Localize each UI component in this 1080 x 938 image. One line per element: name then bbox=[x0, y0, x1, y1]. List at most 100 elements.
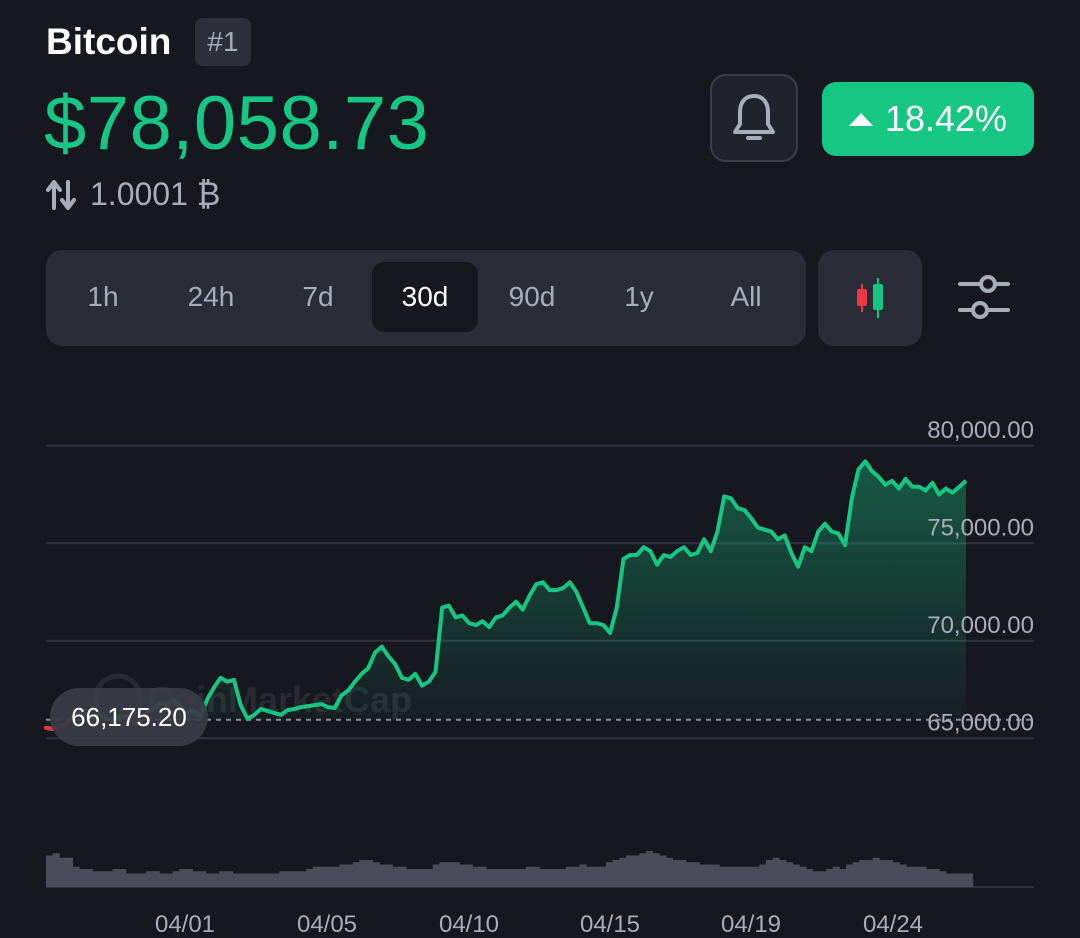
volume-bar bbox=[412, 869, 420, 887]
price-change-badge: 18.42% bbox=[822, 82, 1034, 156]
volume-bar bbox=[892, 862, 900, 887]
volume-bar bbox=[146, 871, 154, 887]
x-tick-label: 04/24 bbox=[863, 911, 923, 938]
candlestick-toggle-button[interactable] bbox=[818, 250, 922, 346]
price-chart[interactable]: CoinMarketCap 66,175.20 80,000.0075,000.… bbox=[0, 360, 1080, 938]
volume-bar bbox=[399, 866, 407, 887]
volume-bar bbox=[52, 853, 60, 887]
volume-bar bbox=[472, 866, 480, 887]
volume-bar bbox=[932, 869, 940, 887]
x-tick-label: 04/05 bbox=[297, 911, 357, 938]
tab-90d[interactable]: 90d bbox=[479, 262, 585, 332]
volume-bar bbox=[119, 869, 127, 887]
tab-24h[interactable]: 24h bbox=[158, 262, 264, 332]
volume-bar bbox=[726, 866, 734, 887]
volume-bar bbox=[606, 862, 614, 887]
volume-bar bbox=[372, 862, 380, 887]
volume-bar bbox=[232, 873, 240, 887]
volume-bar bbox=[506, 869, 514, 887]
volume-bar bbox=[226, 871, 234, 887]
volume-bar bbox=[906, 866, 914, 887]
volume-bar bbox=[206, 873, 214, 887]
volume-bar bbox=[966, 873, 974, 887]
volume-bar bbox=[772, 857, 780, 887]
x-tick-label: 04/01 bbox=[155, 911, 215, 938]
volume-bar bbox=[339, 864, 347, 887]
volume-bar bbox=[572, 866, 580, 887]
volume-bar bbox=[386, 864, 394, 887]
volume-bar bbox=[672, 860, 680, 887]
volume-bar bbox=[899, 864, 907, 887]
volume-bar bbox=[59, 857, 67, 887]
volume-bar bbox=[332, 866, 340, 887]
volume-bar bbox=[732, 866, 740, 887]
volume-bar bbox=[239, 873, 247, 887]
volume-bar bbox=[292, 871, 300, 887]
volume-bar bbox=[859, 860, 867, 887]
volume-bar bbox=[866, 860, 874, 887]
volume-bar bbox=[552, 869, 560, 887]
btc-conversion[interactable]: 1.0001 ₿ bbox=[46, 176, 220, 213]
volume-bar bbox=[759, 864, 767, 887]
volume-bar bbox=[519, 869, 527, 887]
price-change-value: 18.42% bbox=[884, 98, 1008, 139]
volume-bar bbox=[566, 866, 574, 887]
volume-bar bbox=[746, 866, 754, 887]
volume-bar bbox=[939, 871, 947, 887]
volume-bar bbox=[99, 871, 107, 887]
chart-settings-button[interactable] bbox=[954, 272, 1014, 324]
volume-bar bbox=[186, 869, 194, 887]
price-alert-button[interactable] bbox=[710, 74, 798, 162]
volume-bar bbox=[326, 866, 334, 887]
volume-bar bbox=[419, 869, 427, 887]
volume-bar bbox=[219, 871, 227, 887]
volume-bar bbox=[852, 862, 860, 887]
volume-bar bbox=[452, 862, 460, 887]
volume-bar bbox=[299, 871, 307, 887]
volume-bar bbox=[659, 855, 667, 887]
volume-bar bbox=[312, 866, 320, 887]
btc-value: 1.0001 ₿ bbox=[90, 176, 221, 212]
volume-bar bbox=[919, 866, 927, 887]
tab-30d[interactable]: 30d bbox=[372, 262, 478, 332]
volume-bar bbox=[172, 871, 180, 887]
volume-bar bbox=[812, 871, 820, 887]
tab-1y[interactable]: 1y bbox=[586, 262, 692, 332]
x-tick-label: 04/15 bbox=[580, 911, 640, 938]
volume-bar bbox=[426, 869, 434, 887]
volume-bar bbox=[719, 866, 727, 887]
volume-bar bbox=[579, 864, 587, 887]
tab-1h[interactable]: 1h bbox=[50, 262, 156, 332]
volume-bar bbox=[712, 864, 720, 887]
tab-7d[interactable]: 7d bbox=[265, 262, 371, 332]
volume-bar bbox=[392, 866, 400, 887]
volume-bar bbox=[912, 866, 920, 887]
tab-all[interactable]: All bbox=[693, 262, 799, 332]
volume-bar bbox=[346, 864, 354, 887]
volume-bar bbox=[72, 866, 80, 887]
volume-bar bbox=[92, 871, 100, 887]
volume-bar bbox=[306, 869, 314, 887]
volume-bar bbox=[639, 853, 647, 887]
current-price: $78,058.73 bbox=[44, 81, 430, 166]
volume-bar bbox=[612, 860, 620, 887]
volume-bar bbox=[959, 873, 967, 887]
volume-bar bbox=[539, 869, 547, 887]
volume-bar bbox=[446, 862, 454, 887]
volume-bar bbox=[252, 873, 260, 887]
x-tick-label: 04/19 bbox=[721, 911, 781, 938]
volume-bar bbox=[626, 855, 634, 887]
volume-bar bbox=[952, 873, 960, 887]
volume-bar bbox=[212, 873, 220, 887]
volume-bar bbox=[779, 860, 787, 887]
volume-bar bbox=[592, 866, 600, 887]
volume-bar bbox=[46, 855, 54, 887]
volume-bar bbox=[532, 866, 540, 887]
volume-bar bbox=[786, 862, 794, 887]
volume-bar bbox=[632, 855, 640, 887]
volume-bar bbox=[166, 873, 174, 887]
volume-bar bbox=[526, 866, 534, 887]
volume-bar bbox=[766, 860, 774, 887]
volume-bar bbox=[826, 869, 834, 887]
volume-bar bbox=[486, 869, 494, 887]
